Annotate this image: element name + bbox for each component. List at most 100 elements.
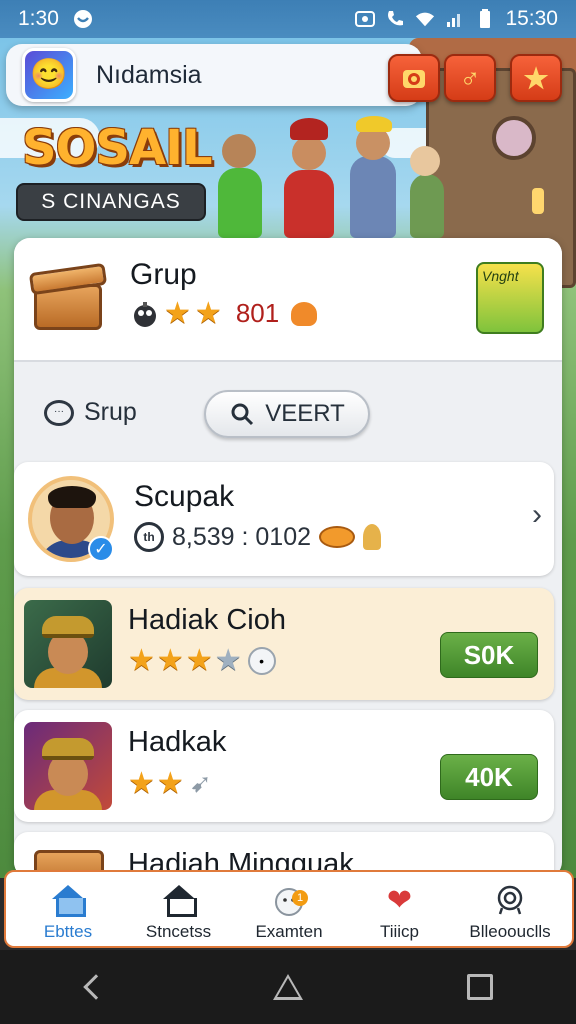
nav-label: Stncetss	[145, 922, 212, 941]
system-navigation-bar	[0, 950, 576, 1024]
group-row[interactable]: Grup ★ ★ 801 Vnght	[14, 238, 562, 362]
reward-thumbnail	[24, 722, 112, 810]
character-hat	[290, 118, 328, 140]
star-icon: ★	[523, 62, 549, 94]
character-head	[292, 136, 326, 170]
reward-item[interactable]: Hadkak ★ ★ ➹ 40K	[14, 710, 554, 822]
star-button[interactable]: ★	[510, 54, 562, 102]
reward-item[interactable]: Hadiak Cioh ★ ★ ★ ★ • S0K	[14, 588, 554, 700]
app-title: Nıdamsia	[96, 60, 202, 89]
nav-item-tiiicp[interactable]: ❤ Tiiicp	[348, 872, 452, 946]
status-bar: 1:30 15:30	[0, 0, 576, 38]
character-small	[410, 174, 444, 238]
cookie-icon	[319, 526, 356, 548]
cone-icon	[291, 301, 318, 326]
character-blue	[350, 156, 396, 238]
search-button-label: VEERT	[265, 400, 345, 427]
claim-button[interactable]: S0K	[440, 632, 538, 678]
recents-button[interactable]	[460, 967, 500, 1007]
character-red	[284, 170, 334, 238]
star-icon: ★	[128, 766, 155, 800]
target-icon	[497, 885, 523, 915]
group-stats: ★ ★ 801	[130, 296, 318, 330]
claim-button[interactable]: 40K	[440, 754, 538, 800]
brand-subtitle: S CINANGAS	[16, 183, 206, 221]
chevron-right-icon[interactable]: ›	[532, 498, 542, 532]
notification-badge: 1	[292, 890, 308, 906]
nav-label: Tiiicp	[379, 922, 420, 941]
nav-item-stncetss[interactable]: Stncetss	[127, 872, 231, 946]
reward-thumbnail	[24, 600, 112, 688]
star-empty-icon: ★	[214, 644, 242, 677]
reward-rating: ★ ★ ➹	[128, 768, 212, 799]
gender-button[interactable]: ♂	[444, 54, 496, 102]
main-panel: Grup ★ ★ 801 Vnght ··· Srup VEERT ✓ Scup…	[14, 238, 562, 878]
battery-icon	[475, 9, 495, 29]
bomb-icon	[134, 301, 156, 327]
profile-stats: th 8,539 : 0102	[134, 522, 382, 552]
screenshot-icon	[355, 9, 376, 29]
snowman-icon: •	[247, 647, 276, 675]
character-green	[218, 168, 262, 238]
game-tile-text: Vnght	[482, 268, 519, 284]
camera-button[interactable]	[388, 54, 440, 102]
star-icon: ★	[156, 766, 184, 800]
tower-window-icon	[492, 116, 536, 160]
nav-label: Ebttes	[43, 922, 93, 941]
male-symbol-icon: ♂	[459, 62, 481, 93]
nav-item-blleoouclls[interactable]: Blleoouclls	[458, 872, 562, 946]
home-button[interactable]	[268, 967, 308, 1007]
camera-icon	[403, 70, 425, 88]
call-icon	[385, 9, 405, 29]
verified-check-icon: ✓	[88, 536, 114, 562]
profile-stats-value: 8,539 : 0102	[172, 522, 312, 551]
app-notification-icon	[73, 9, 93, 29]
back-button[interactable]	[76, 967, 116, 1007]
recents-square-icon	[467, 974, 493, 1000]
star-icon: ★	[164, 296, 191, 330]
nav-label: Examten	[255, 922, 323, 941]
search-row: ··· Srup VEERT	[14, 362, 562, 462]
profile-card[interactable]: ✓ Scupak th 8,539 : 0102 ›	[14, 462, 554, 576]
reward-rating: ★ ★ ★ ★ •	[128, 646, 276, 676]
coin-icon: th	[134, 522, 164, 552]
character-head	[410, 146, 440, 176]
star-icon: ★	[156, 644, 184, 677]
house-outline-icon	[162, 885, 197, 917]
home-triangle-icon	[273, 974, 303, 1000]
lamp-icon	[532, 188, 544, 214]
group-score: 801	[235, 298, 280, 328]
pawn-icon	[363, 524, 382, 550]
group-chat-label: Srup	[84, 398, 137, 426]
heart-icon: ❤	[386, 883, 413, 917]
star-icon: ★	[185, 644, 213, 677]
game-tile-thumbnail[interactable]: Vnght	[476, 262, 544, 334]
nav-item-ebttes[interactable]: Ebttes	[16, 872, 120, 946]
reward-title: Hadkak	[128, 726, 227, 758]
star-icon: ★	[194, 296, 222, 330]
bottom-navigation: Ebttes Stncetss 1 Examten ❤ Tiiicp Blleo…	[4, 870, 574, 948]
status-time-right: 15:30	[505, 7, 558, 30]
wifi-icon	[415, 9, 435, 29]
arrow-icon: ➹	[189, 768, 212, 798]
character-head	[222, 134, 256, 168]
game-brand-logo: SOSAIL	[22, 120, 213, 176]
group-title: Grup	[130, 258, 197, 291]
app-header-card: 😊 Nıdamsia	[6, 44, 422, 106]
back-arrow-icon	[83, 974, 109, 1000]
signal-icon	[445, 9, 465, 29]
group-chat-link[interactable]: ··· Srup	[44, 398, 137, 427]
status-time-left: 1:30	[18, 7, 59, 30]
profile-name: Scupak	[134, 480, 235, 513]
chat-bubble-icon: ···	[44, 399, 74, 426]
smiley-face-icon[interactable]: 😊	[22, 48, 76, 102]
home-icon	[52, 885, 86, 917]
nav-item-examten[interactable]: 1 Examten	[237, 872, 341, 946]
star-icon: ★	[128, 644, 155, 677]
nav-label: Blleoouclls	[469, 922, 551, 941]
search-icon	[231, 403, 254, 426]
treasure-chest-icon	[28, 262, 108, 332]
reward-title: Hadiak Cioh	[128, 604, 286, 636]
search-button[interactable]: VEERT	[204, 390, 370, 438]
character-cap	[356, 116, 392, 132]
